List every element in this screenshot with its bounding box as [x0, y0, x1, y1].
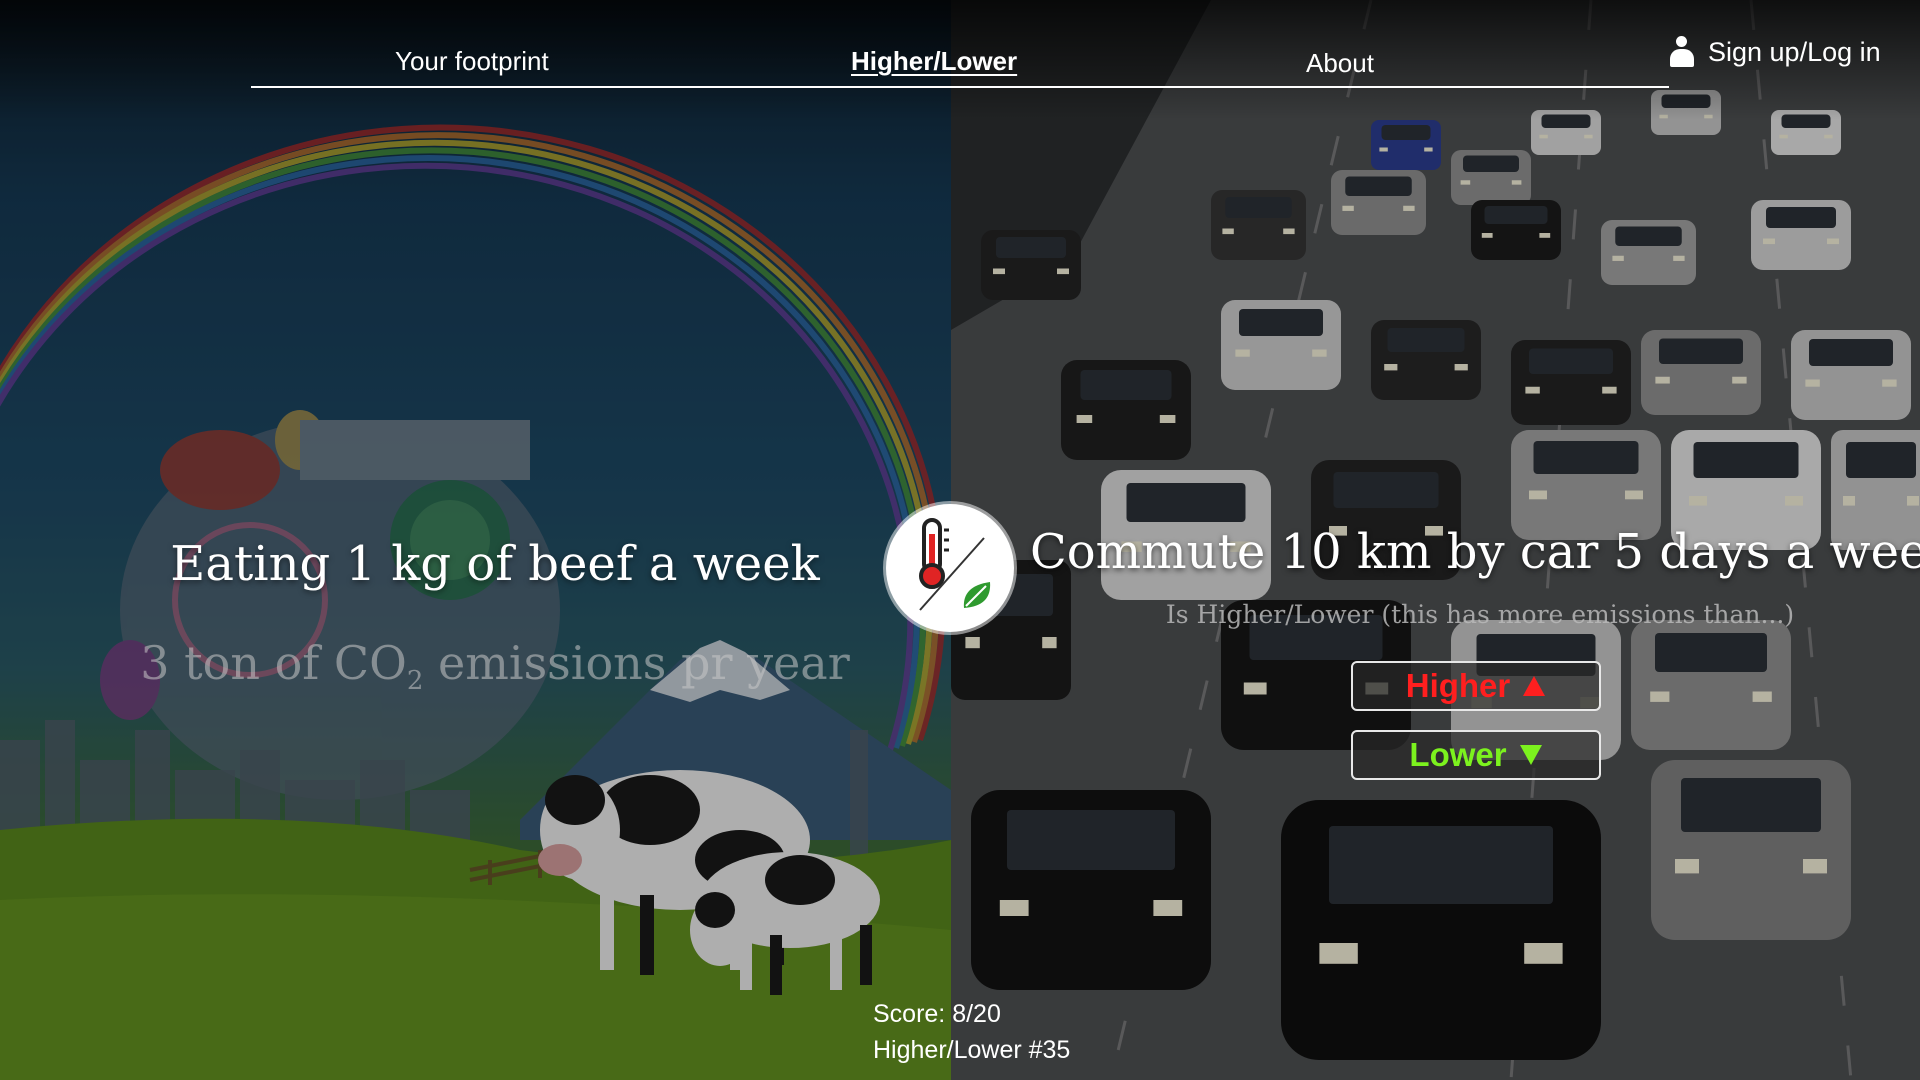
comparison-question: Is Higher/Lower (this has more emissions…	[1165, 600, 1795, 629]
lower-button[interactable]: Lower	[1351, 730, 1601, 780]
nav-about[interactable]: About	[1306, 48, 1374, 79]
triangle-down-icon	[1519, 745, 1542, 765]
higher-label: Higher	[1405, 667, 1511, 704]
left-activity-title: Eating 1 kg of beef a week	[170, 536, 820, 592]
nav-higher-lower[interactable]: Higher/Lower	[851, 46, 1017, 77]
thermometer-leaf-icon	[919, 518, 991, 611]
login-label: Sign up/Log in	[1708, 36, 1881, 67]
left-emission-subscript: 2	[406, 666, 424, 697]
left-emission-prefix: 3 ton of CO	[140, 636, 407, 690]
game-number: Higher/Lower #35	[873, 1036, 1071, 1064]
left-emission-value: 3 ton of CO2 emissions pr year	[0, 636, 990, 696]
nav-your-footprint[interactable]: Your footprint	[395, 46, 549, 77]
thermometer-leaf-logo	[886, 504, 1014, 632]
higher-button[interactable]: Higher	[1351, 661, 1601, 711]
score-info: Score: 8/20 Higher/Lower #35	[873, 996, 1070, 1068]
right-activity-title: Commute 10 km by car 5 days a week	[1030, 524, 1920, 580]
user-icon	[1670, 36, 1694, 68]
login-button[interactable]: Sign up/Log in	[1670, 36, 1881, 68]
score-text: Score: 8/20	[873, 1000, 1001, 1028]
lower-label: Lower	[1409, 736, 1507, 773]
top-navigation: Your footprint Higher/Lower About	[251, 28, 1669, 88]
triangle-up-icon	[1523, 676, 1546, 696]
left-emission-suffix: emissions pr year	[423, 636, 850, 690]
